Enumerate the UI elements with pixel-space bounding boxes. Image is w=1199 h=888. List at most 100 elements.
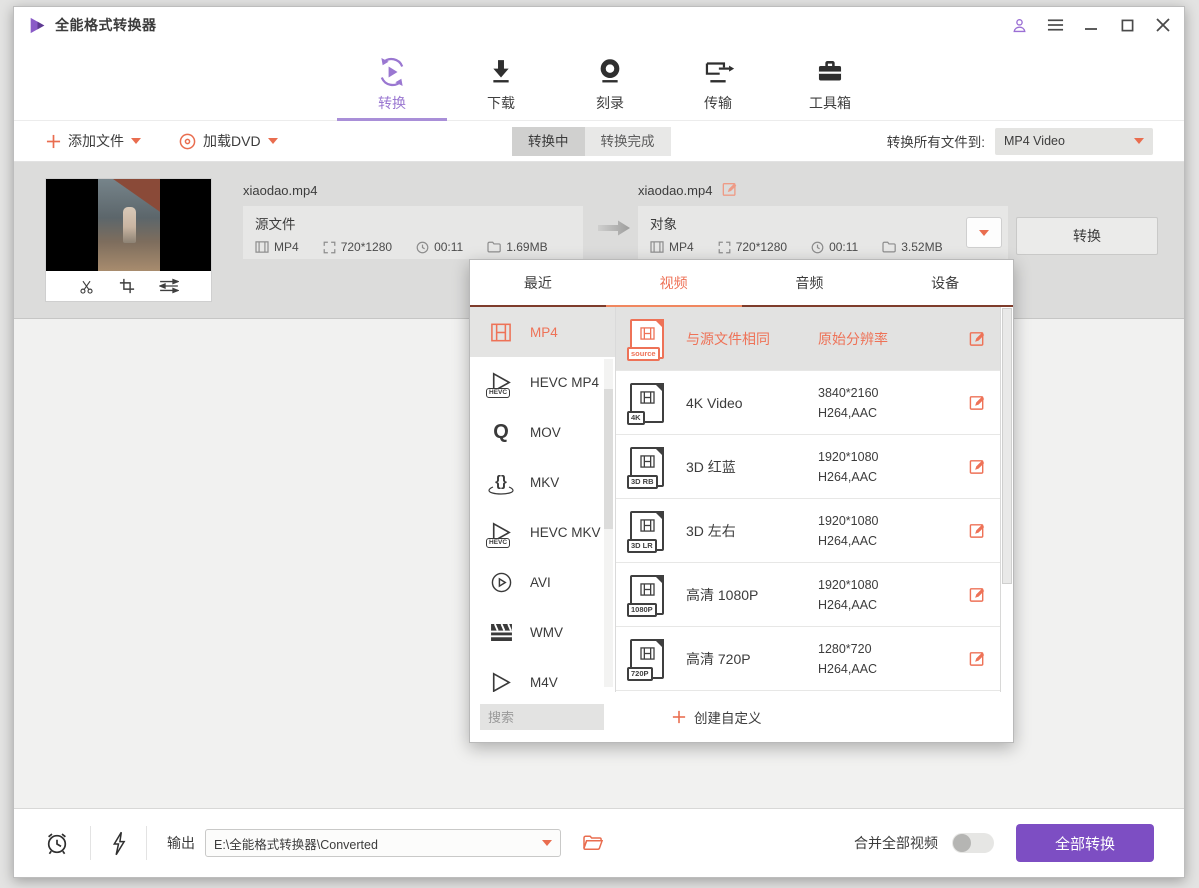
target-format: MP4 — [650, 240, 694, 254]
rename-icon[interactable] — [722, 181, 738, 197]
account-icon[interactable] — [1010, 16, 1028, 34]
target-file-name: xiaodao.mp4 — [638, 183, 712, 198]
format-list-scrollbar[interactable] — [604, 359, 613, 687]
minimize-button[interactable] — [1082, 16, 1100, 34]
footer-divider — [90, 826, 91, 860]
clock-icon — [416, 241, 429, 254]
tab-convert-label: 转换 — [378, 93, 406, 113]
output-label: 输出 — [167, 833, 195, 853]
edit-preset-icon[interactable] — [969, 330, 986, 347]
preset-row-3d-rb[interactable]: 3D RB 3D 红蓝 1920*1080 H264,AAC — [616, 435, 1000, 499]
preset-name: 3D 红蓝 — [686, 457, 818, 477]
preset-row-1080p[interactable]: 1080P 高清 1080P 1920*1080 H264,AAC — [616, 563, 1000, 627]
open-output-folder-icon[interactable] — [583, 835, 603, 851]
tab-convert[interactable]: 转换 — [344, 55, 440, 113]
edit-preset-icon[interactable] — [969, 586, 986, 603]
edit-preset-icon[interactable] — [969, 650, 986, 667]
preset-name: 高清 1080P — [686, 585, 818, 605]
tab-transfer[interactable]: 传输 — [670, 55, 766, 113]
format-item-wmv[interactable]: WMV — [470, 607, 615, 657]
output-path-caret-icon[interactable] — [542, 840, 552, 846]
tab-converted[interactable]: 转换完成 — [585, 127, 671, 156]
load-dvd-button[interactable]: 加载DVD — [179, 131, 278, 151]
tab-converting[interactable]: 转换中 — [512, 127, 585, 156]
merge-videos-toggle[interactable] — [952, 833, 994, 853]
trim-icon[interactable] — [78, 278, 95, 295]
source-duration: 00:11 — [416, 240, 463, 254]
preset-row-4k[interactable]: 4K 4K Video 3840*2160 H264,AAC — [616, 371, 1000, 435]
target-duration: 00:11 — [811, 240, 858, 254]
preset-row-3d-lr[interactable]: 3D LR 3D 左右 1920*1080 H264,AAC — [616, 499, 1000, 563]
menu-icon[interactable] — [1046, 16, 1064, 34]
format-item-mkv[interactable]: {} MKV — [470, 457, 615, 507]
tab-burn-label: 刻录 — [596, 93, 624, 113]
source-box-title: 源文件 — [255, 213, 571, 233]
tab-burn[interactable]: 刻录 — [562, 55, 658, 113]
mp4-icon — [487, 323, 515, 342]
output-path-input[interactable] — [205, 829, 561, 857]
source-preset-icon: source — [630, 319, 664, 359]
add-file-label: 添加文件 — [68, 131, 124, 151]
film-icon — [650, 241, 664, 253]
panel-tab-video[interactable]: 视频 — [606, 260, 742, 305]
panel-tab-device[interactable]: 设备 — [877, 260, 1013, 305]
thumbnail-image — [46, 179, 211, 271]
hardware-acceleration-icon[interactable] — [111, 831, 126, 856]
toolbar: 添加文件 加载DVD 转换中 转换完成 转换所有文件到: MP4 Video — [14, 121, 1184, 162]
edit-preset-icon[interactable] — [969, 522, 986, 539]
crop-icon[interactable] — [119, 278, 135, 294]
panel-tab-audio[interactable]: 音频 — [742, 260, 878, 305]
film-icon — [255, 241, 269, 253]
schedule-icon[interactable] — [44, 830, 70, 856]
720p-preset-icon: 720P — [630, 639, 664, 679]
create-custom-button[interactable]: 创建自定义 — [672, 707, 762, 727]
format-search-input[interactable] — [480, 704, 604, 730]
format-item-hevc-mkv[interactable]: HEVC HEVC MKV — [470, 507, 615, 557]
preset-row-same-as-source[interactable]: source 与源文件相同 原始分辨率 — [616, 307, 1000, 371]
add-file-button[interactable]: 添加文件 — [46, 131, 141, 151]
titlebar: 全能格式转换器 — [14, 7, 1184, 43]
edit-preset-icon[interactable] — [969, 394, 986, 411]
preset-resolution: 原始分辨率 — [818, 329, 888, 349]
preset-row-720p[interactable]: 720P 高清 720P 1280*720 H264,AAC — [616, 627, 1000, 691]
format-panel-footer: 创建自定义 — [470, 692, 1013, 742]
edit-preset-icon[interactable] — [969, 458, 986, 475]
preset-name: 与源文件相同 — [686, 329, 818, 349]
app-logo-icon — [29, 17, 46, 34]
hevc-mp4-icon: HEVC — [487, 372, 515, 392]
resolution-icon — [718, 241, 731, 254]
source-format: MP4 — [255, 240, 299, 254]
format-item-avi[interactable]: AVI — [470, 557, 615, 607]
source-file-name: xiaodao.mp4 — [243, 183, 317, 198]
folder-icon — [882, 241, 896, 253]
output-path-combo — [205, 829, 561, 857]
m4v-icon — [487, 672, 515, 692]
tab-toolbox[interactable]: 工具箱 — [782, 55, 878, 113]
close-button[interactable] — [1154, 16, 1172, 34]
app-title: 全能格式转换器 — [55, 15, 157, 35]
format-dropdown-caret-icon — [979, 230, 989, 236]
format-item-mp4[interactable]: MP4 — [470, 307, 615, 357]
maximize-button[interactable] — [1118, 16, 1136, 34]
tab-download-label: 下载 — [487, 93, 515, 113]
panel-tab-recent[interactable]: 最近 — [470, 260, 606, 305]
download-icon — [484, 55, 518, 89]
format-item-mov[interactable]: Q MOV — [470, 407, 615, 457]
format-dropdown-button[interactable] — [966, 217, 1002, 248]
tab-download[interactable]: 下载 — [453, 55, 549, 113]
plus-icon — [672, 710, 686, 724]
toolbox-icon — [813, 55, 847, 89]
preset-list-scrollbar[interactable] — [1000, 307, 1013, 692]
mov-icon: Q — [487, 422, 515, 442]
app-window: 全能格式转换器 — [13, 6, 1185, 878]
convert-button[interactable]: 转换 — [1016, 217, 1158, 255]
target-format-select[interactable]: MP4 Video — [995, 128, 1153, 155]
format-item-hevc-mp4[interactable]: HEVC HEVC MP4 — [470, 357, 615, 407]
add-file-caret-icon — [131, 138, 141, 144]
convert-all-button[interactable]: 全部转换 — [1016, 824, 1154, 862]
tab-transfer-label: 传输 — [704, 93, 732, 113]
format-picker-panel: 最近 视频 音频 设备 MP4 HEVC HEVC MP4 — [469, 259, 1014, 743]
format-item-m4v[interactable]: M4V — [470, 657, 615, 692]
target-info-box: 对象 MP4 720*1280 00:11 3.52MB — [638, 206, 1008, 259]
effects-icon[interactable] — [159, 278, 179, 294]
